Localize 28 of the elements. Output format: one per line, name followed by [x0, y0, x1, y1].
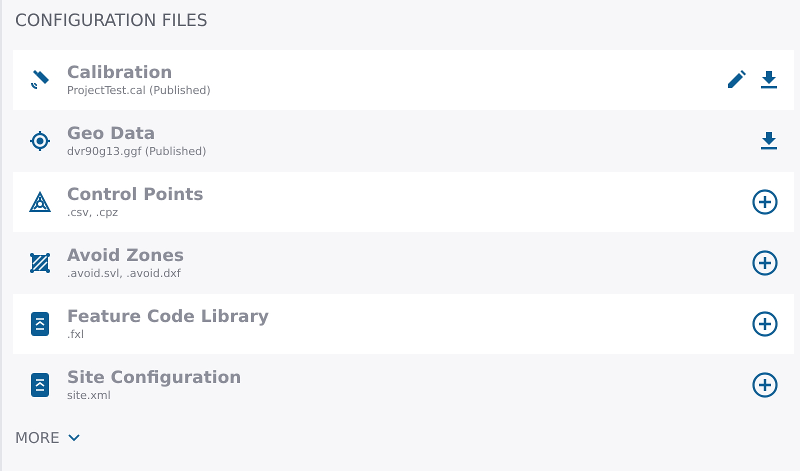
satellite-icon	[29, 69, 51, 91]
file-detail: dvr90g13.ggf (Published)	[67, 145, 208, 159]
section-heading: CONFIGURATION FILES	[15, 10, 209, 33]
file-detail: site.xml	[67, 389, 112, 403]
book-icon	[31, 373, 49, 397]
add-button[interactable]	[752, 311, 778, 337]
file-detail: .fxl	[67, 328, 85, 342]
file-detail: .avoid.svl, .avoid.dxf	[67, 267, 182, 281]
add-button[interactable]	[752, 189, 778, 215]
file-detail: ProjectTest.cal (Published)	[67, 84, 212, 98]
download-button[interactable]	[760, 131, 778, 151]
triangle-icon	[29, 191, 51, 213]
download-button[interactable]	[760, 70, 778, 90]
add-button[interactable]	[752, 250, 778, 276]
book-icon	[31, 312, 49, 336]
file-title: Calibration	[67, 62, 174, 84]
hatched-square-icon	[30, 253, 50, 273]
file-title: Site Configuration	[67, 367, 242, 389]
file-title: Avoid Zones	[67, 245, 185, 267]
add-button[interactable]	[752, 372, 778, 398]
chevron-icon	[68, 434, 80, 442]
file-detail: .csv, .cpz	[67, 206, 120, 220]
crosshair-icon	[29, 130, 51, 152]
file-title: Geo Data	[67, 123, 156, 145]
more-button[interactable]: MORE	[15, 429, 80, 447]
edit-button[interactable]	[726, 70, 746, 90]
file-title: Feature Code Library	[67, 306, 270, 328]
file-title: Control Points	[67, 184, 205, 206]
